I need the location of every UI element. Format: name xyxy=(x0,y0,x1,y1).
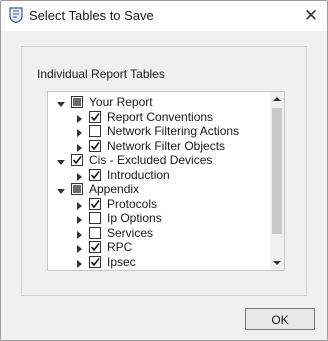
tree-item-label: RPC xyxy=(107,240,133,254)
checkbox[interactable] xyxy=(89,139,101,152)
expand-down-icon[interactable] xyxy=(56,156,66,166)
tree-item[interactable]: Introduction xyxy=(74,167,268,183)
tree-item[interactable]: Report Conventions xyxy=(74,109,268,125)
dialog-title: Select Tables to Save xyxy=(29,8,154,23)
checkbox[interactable] xyxy=(89,255,101,268)
checkbox[interactable] xyxy=(71,96,83,108)
ok-button[interactable]: OK xyxy=(245,308,315,330)
tree-item-label: Services xyxy=(107,225,154,240)
expand-right-icon[interactable] xyxy=(74,258,84,268)
expand-right-icon[interactable] xyxy=(74,142,84,152)
dialog-window: Select Tables to Save ✕ Individual Repor… xyxy=(0,0,328,341)
tree-item-label: Your Report xyxy=(89,95,153,109)
tree-item-label: Appendix xyxy=(89,182,140,196)
tree-item-label: Network Filter Objects xyxy=(107,138,226,153)
tree-item[interactable]: Services xyxy=(74,225,268,241)
tree-item[interactable]: Network Filtering Actions xyxy=(74,124,268,139)
tree-item[interactable]: RPC xyxy=(74,240,268,255)
checkbox[interactable] xyxy=(71,183,83,195)
expand-right-icon[interactable] xyxy=(74,113,84,123)
tree-item[interactable]: Network Filter Objects xyxy=(74,138,268,154)
checkbox[interactable] xyxy=(71,154,83,166)
tree-item[interactable]: Ip Options xyxy=(74,211,268,226)
tree-item-label: Ipsec xyxy=(107,254,136,269)
expand-right-icon[interactable] xyxy=(74,214,84,224)
tree-item-label: Cis - Excluded Devices xyxy=(89,153,213,167)
tree-item-label: Network Filtering Actions xyxy=(107,124,240,138)
checkbox[interactable] xyxy=(89,241,101,253)
tree-item[interactable]: Ipsec xyxy=(74,254,268,270)
expand-down-icon[interactable] xyxy=(56,98,66,108)
title-bar: Select Tables to Save ✕ xyxy=(1,1,327,31)
group-label: Individual Report Tables xyxy=(37,67,165,81)
scroll-up-arrow-icon[interactable] xyxy=(270,92,284,106)
expand-down-icon[interactable] xyxy=(56,185,66,195)
report-tables-tree[interactable]: Ipsec RPC Services Ip Options Protocols Appen… xyxy=(47,91,285,271)
expand-right-icon[interactable] xyxy=(74,171,84,181)
scroll-thumb[interactable] xyxy=(272,108,282,234)
checkbox[interactable] xyxy=(89,168,101,181)
tree-item[interactable]: Appendix xyxy=(56,182,268,197)
checkbox[interactable] xyxy=(89,226,101,239)
close-icon[interactable]: ✕ xyxy=(299,4,323,28)
tree-item[interactable]: Your Report xyxy=(56,95,268,110)
expand-right-icon[interactable] xyxy=(74,200,84,210)
expand-right-icon[interactable] xyxy=(74,127,84,137)
checkbox[interactable] xyxy=(89,197,101,210)
shield-doc-icon xyxy=(8,7,24,24)
dialog-body: Individual Report Tables Ipsec RPC Service… xyxy=(1,31,327,340)
checkbox[interactable] xyxy=(89,110,101,123)
scroll-down-arrow-icon[interactable] xyxy=(270,256,284,270)
tree-item[interactable]: Protocols xyxy=(74,196,268,212)
tree-item-label: Ip Options xyxy=(107,211,162,225)
tree-item-label: Introduction xyxy=(107,167,170,182)
expand-right-icon[interactable] xyxy=(74,229,84,239)
tree-item-label: Report Conventions xyxy=(107,109,214,124)
checkbox[interactable] xyxy=(89,212,101,224)
tree-scrollbar[interactable] xyxy=(270,92,284,270)
checkbox[interactable] xyxy=(89,125,101,137)
tree-item-label: Protocols xyxy=(107,196,158,211)
expand-right-icon[interactable] xyxy=(74,243,84,253)
tree-item[interactable]: Cis - Excluded Devices xyxy=(56,153,268,168)
